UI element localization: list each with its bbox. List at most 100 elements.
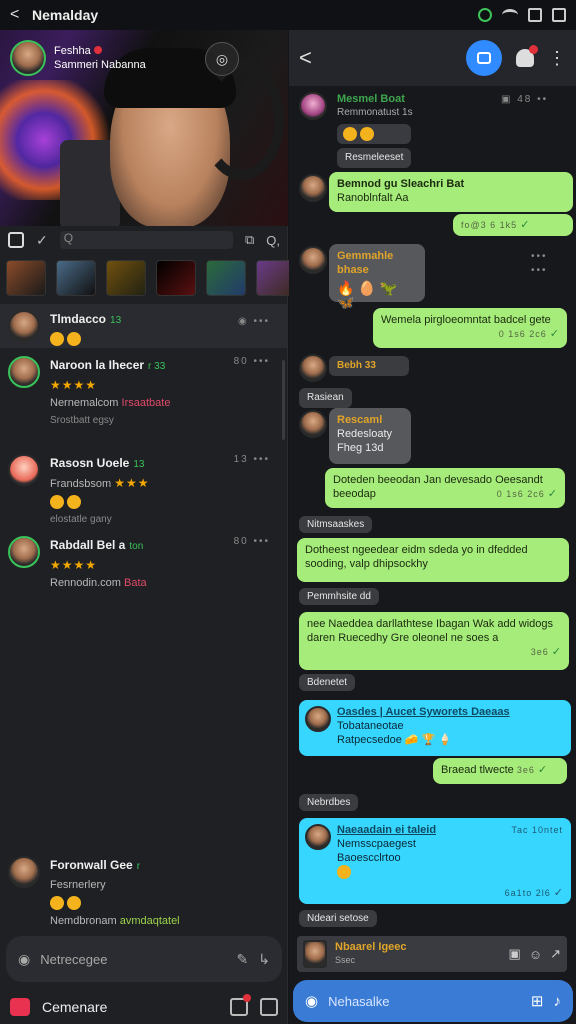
list-item[interactable]: Rabdall Bel a ton ★★★★ Rennodin.com Bata … — [0, 536, 288, 596]
list-item[interactable]: Naroon la Ihecer r 33 ★★★★ Nernemalcom Ir… — [0, 356, 288, 436]
camera-icon[interactable]: ◎ — [205, 42, 239, 76]
message-tag: Bdenetet — [299, 674, 356, 691]
copy-icon[interactable]: ⧉ — [245, 232, 254, 248]
row-name: Tlmdacco — [50, 312, 107, 326]
streamer-avatar[interactable] — [10, 40, 46, 76]
row-name: Rasosn Uoele — [50, 456, 130, 470]
right-compose-bar[interactable]: ◉ Nehasalke ⊞ ♪ — [293, 980, 573, 1022]
message-text-2: Baoescclrtoo — [337, 852, 401, 864]
avatar[interactable] — [8, 454, 40, 486]
emoji-icon — [50, 896, 64, 911]
streamer-subtitle: Sammeri Nabanna — [54, 59, 146, 71]
read-check-icon: ✓ — [549, 328, 559, 340]
send-icon[interactable]: ↳ — [258, 951, 270, 968]
message-text-2: Fheg 13d — [337, 442, 384, 454]
more-icon[interactable]: ⋮ — [548, 48, 566, 69]
notification-icon[interactable] — [230, 994, 251, 1016]
scrollbar[interactable] — [282, 360, 285, 440]
message-time-2: 6a1to 2l6 — [504, 888, 551, 898]
emoji-icon — [360, 127, 375, 142]
search-input[interactable]: Q — [59, 231, 233, 249]
avatar[interactable] — [299, 354, 327, 382]
row-name: Rabdall Bel a — [50, 538, 126, 552]
stream-video[interactable]: Feshha Sammeri Nabanna ◎ — [0, 30, 288, 226]
avatar[interactable] — [303, 940, 327, 968]
mic-icon[interactable]: ◉ — [305, 992, 318, 1010]
row-meta: 80 ••• — [233, 356, 270, 367]
message-text: Ranoblnfalt Aa — [337, 192, 409, 204]
headset — [200, 60, 284, 180]
avatar[interactable] — [305, 706, 331, 732]
sync-icon — [478, 8, 492, 22]
row-link[interactable]: Bata — [124, 577, 147, 589]
list-item[interactable]: Tlmdacco 13 ◉ ••• — [0, 304, 288, 348]
check-icon[interactable]: ✓ — [36, 232, 48, 249]
streamer-info[interactable]: Feshha Sammeri Nabanna — [10, 40, 146, 76]
reply-preview[interactable]: Nbaarel Igeec Ssec ▣ ☺ ↗ — [297, 936, 567, 972]
row-name: Naroon la Ihecer — [50, 358, 145, 372]
message-sender[interactable]: Oasdes | Aucet Syworets Daeaas — [337, 705, 563, 719]
thumbnail[interactable] — [6, 260, 46, 296]
message-time: 3e6 — [516, 765, 535, 775]
list-item[interactable]: Foronwall Gee r Fesrnerlery Nemdbronam av… — [0, 856, 288, 927]
status-bar: < Nemalday — [0, 0, 576, 30]
message-tag: Nebrdbes — [299, 794, 359, 811]
row-tag: 13 — [133, 459, 145, 470]
thumbnail-strip — [6, 260, 296, 296]
layout-icon[interactable] — [8, 232, 24, 248]
message-sender: Rescaml — [337, 414, 383, 426]
voice-icon[interactable]: ♪ — [554, 993, 562, 1010]
emoji-picker-icon[interactable]: ☺ — [529, 947, 542, 962]
avatar[interactable] — [305, 824, 331, 850]
avatar[interactable] — [8, 356, 40, 388]
thumbnail[interactable] — [56, 260, 96, 296]
app-logo-icon[interactable] — [10, 998, 30, 1016]
chat-icon[interactable] — [466, 40, 502, 76]
back-arrow-icon[interactable]: < — [299, 45, 312, 71]
emoji-icon — [50, 495, 64, 510]
avatar[interactable] — [299, 92, 327, 120]
thumbnail[interactable] — [206, 260, 246, 296]
share-icon[interactable]: ↗ — [550, 946, 561, 962]
message-time: fo@3 6 1k5 — [461, 220, 518, 230]
emoji-icon — [343, 127, 357, 142]
bottom-label: Cemenare — [42, 999, 108, 1015]
avatar[interactable] — [299, 410, 327, 438]
avatar[interactable] — [299, 174, 327, 202]
read-check-icon: ✓ — [551, 646, 561, 658]
avatar[interactable] — [299, 246, 327, 274]
avatar[interactable] — [8, 856, 40, 888]
message-tag: Pemmhsite dd — [299, 588, 379, 605]
row-link[interactable]: Irsaatbate — [122, 397, 171, 409]
avatar[interactable] — [8, 536, 40, 568]
read-check-icon: ✓ — [547, 488, 557, 500]
avatar[interactable] — [8, 310, 40, 342]
attach-icon[interactable]: ⊞ — [531, 992, 544, 1010]
image-icon[interactable]: ▣ — [509, 946, 521, 962]
emoji-icon — [337, 865, 351, 880]
search-icon[interactable]: Q, — [266, 233, 280, 248]
compose-input[interactable]: Nehasalke — [328, 994, 521, 1009]
compose-input[interactable]: Netrecegee — [40, 952, 226, 967]
left-compose-bar[interactable]: ◉ Netrecegee ✎ ↳ — [6, 936, 282, 982]
streamer-name: Feshha — [54, 44, 146, 58]
message-tag: Ndeari setose — [299, 910, 377, 927]
rating-stars: ★★★★ — [50, 558, 98, 572]
thumbnail[interactable] — [156, 260, 196, 296]
message-time: 3e6 — [530, 647, 549, 657]
window-icon[interactable] — [260, 998, 278, 1016]
mic-icon[interactable]: ◉ — [18, 951, 30, 968]
emoji-icon — [67, 332, 82, 347]
back-arrow-icon[interactable]: < — [10, 6, 32, 24]
read-check-icon: ✓ — [520, 219, 530, 231]
list-item[interactable]: Rasosn Uoele 13 Frandsbsom ★★★ elostatle … — [0, 454, 288, 534]
row-link[interactable]: avmdaqtatel — [120, 915, 180, 927]
thumbnail[interactable] — [106, 260, 146, 296]
emoji-icon — [67, 495, 82, 510]
user-icon[interactable] — [516, 45, 538, 67]
chat-header: < ⋮ — [289, 30, 576, 86]
message-text: Tobataneotae — [337, 720, 404, 732]
row-meta: 13 ••• — [233, 454, 270, 465]
pen-icon[interactable]: ✎ — [237, 951, 249, 968]
message-sender[interactable]: Naeaadain ei taleid — [337, 824, 436, 836]
